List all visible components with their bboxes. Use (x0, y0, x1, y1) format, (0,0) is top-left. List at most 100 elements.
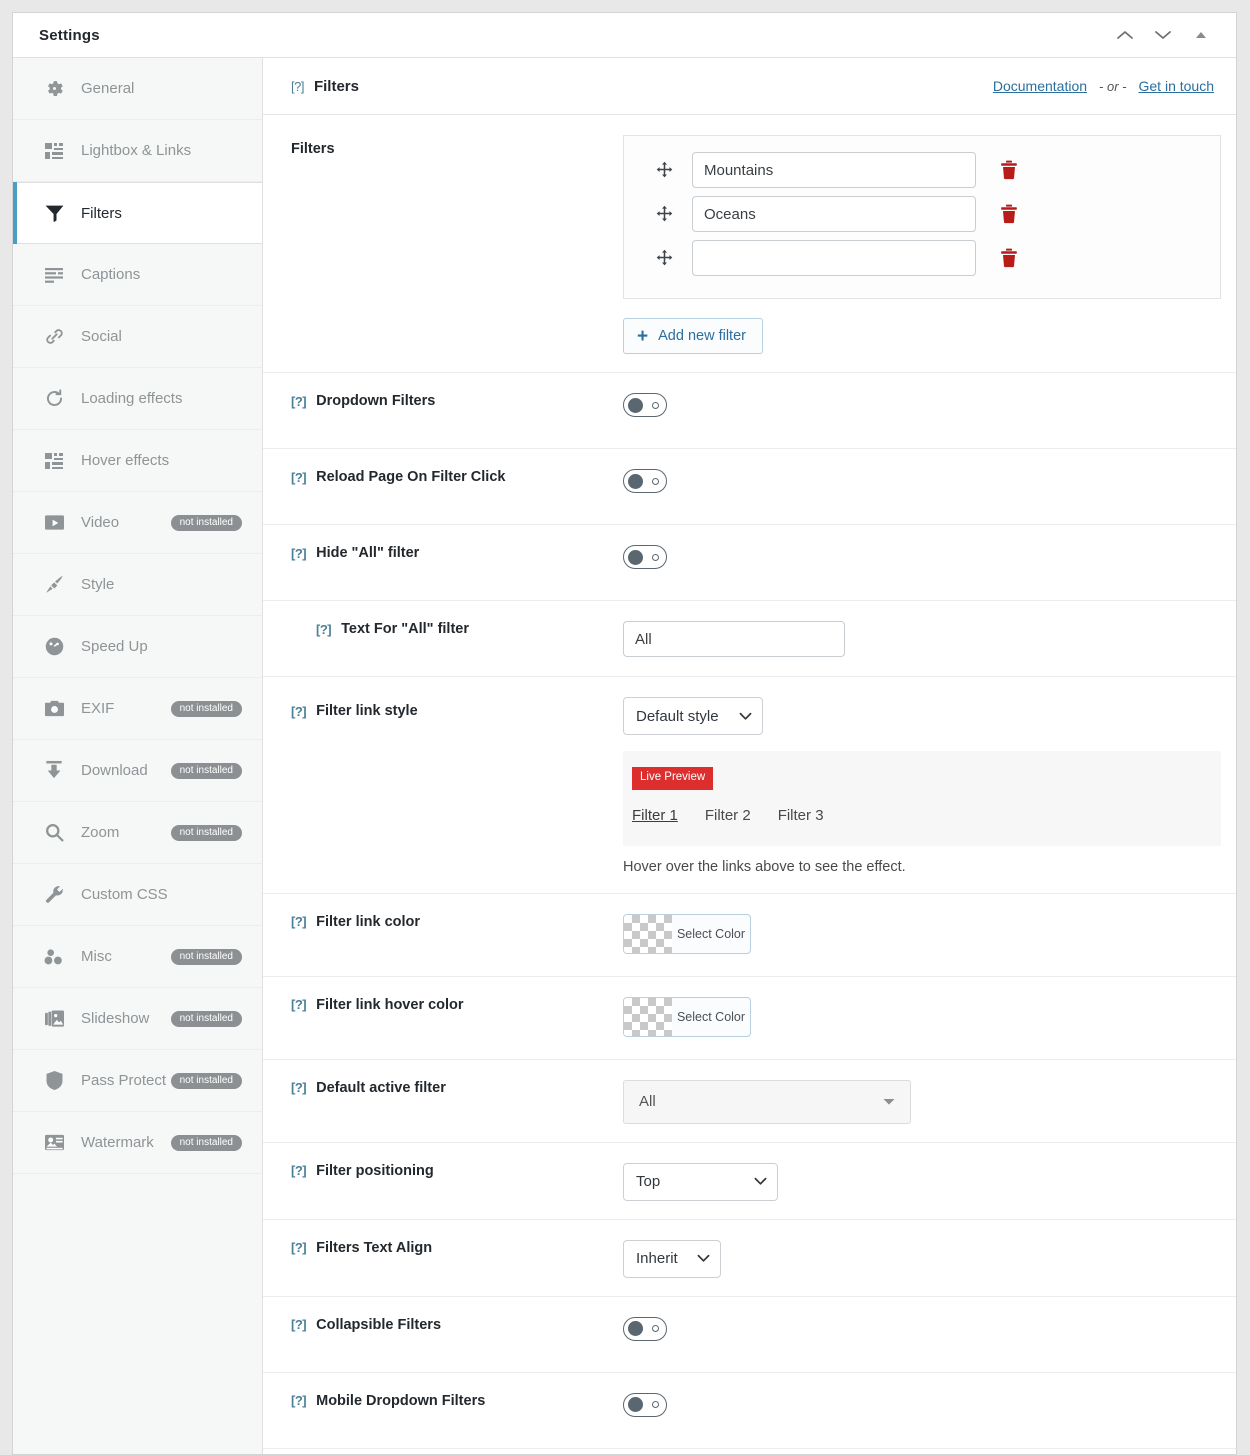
preview-link-2[interactable]: Filter 2 (705, 807, 751, 824)
documentation-link[interactable]: Documentation (993, 78, 1087, 94)
sidebar-item-misc[interactable]: Misc not installed (13, 926, 262, 988)
chevron-down-icon[interactable] (1152, 24, 1174, 46)
settings-window: Settings General Lightbox & Links Filter… (12, 12, 1237, 1455)
help-icon[interactable]: [?] (291, 1163, 307, 1178)
delete-filter-icon[interactable] (998, 202, 1020, 226)
window-title: Settings (39, 26, 100, 44)
sidebar-item-general[interactable]: General (13, 58, 262, 120)
sidebar-item-slideshow[interactable]: Slideshow not installed (13, 988, 262, 1050)
add-new-filter-button[interactable]: + Add new filter (623, 318, 763, 354)
delete-filter-icon[interactable] (998, 246, 1020, 270)
sidebar-item-lightbox-links[interactable]: Lightbox & Links (13, 120, 262, 182)
hover-icon (42, 449, 66, 473)
sidebar-item-download[interactable]: Download not installed (13, 740, 262, 802)
toggle-knob (628, 549, 643, 565)
sidebar-item-hover-effects[interactable]: Hover effects (13, 430, 262, 492)
collapsible-filters-toggle[interactable] (623, 1316, 667, 1341)
filters-text-align-select[interactable]: Inherit (623, 1239, 721, 1278)
sidebar-item-style[interactable]: Style (13, 554, 262, 616)
drag-move-icon[interactable] (652, 158, 676, 182)
help-icon[interactable]: [?] (291, 1080, 307, 1095)
label-text: Filter link hover color (316, 996, 464, 1013)
mobile-dropdown-filters-toggle[interactable] (623, 1392, 667, 1417)
sidebar-item-pass-protect[interactable]: Pass Protect not installed (13, 1050, 262, 1112)
help-icon[interactable]: [?] (291, 1317, 307, 1332)
help-icon[interactable]: [?] (291, 1393, 307, 1408)
sidebar-item-video[interactable]: Video not installed (13, 492, 262, 554)
toggle-knob (628, 1321, 643, 1336)
triangle-up-icon[interactable] (1190, 24, 1212, 46)
help-icon[interactable]: [?] (291, 1240, 307, 1255)
status-badge: not installed (170, 700, 242, 717)
drag-move-icon[interactable] (652, 246, 676, 270)
sidebar-item-watermark[interactable]: Watermark not installed (13, 1112, 262, 1174)
sidebar-item-social[interactable]: Social (13, 306, 262, 368)
filter-link-hover-color-picker[interactable]: Select Color (623, 996, 751, 1037)
watermark-icon (42, 1131, 66, 1155)
preview-link-1[interactable]: Filter 1 (632, 807, 678, 824)
toggle-ring (652, 401, 659, 409)
row-mobile-dropdown-filters: [?] Mobile Dropdown Filters (263, 1373, 1236, 1449)
hide-all-filter-toggle[interactable] (623, 545, 667, 569)
toggle-ring (652, 1401, 659, 1408)
help-icon[interactable]: [?] (291, 997, 307, 1012)
filter-link-color-picker[interactable]: Select Color (623, 913, 751, 954)
sidebar-item-label: Filters (81, 204, 122, 222)
label-text: Mobile Dropdown Filters (316, 1392, 486, 1409)
row-collapsible-filters-control (623, 1297, 1214, 1359)
default-active-filter-select[interactable]: All (623, 1079, 911, 1124)
sidebar-item-captions[interactable]: Captions (13, 244, 262, 306)
funnel-icon (42, 201, 66, 225)
sidebar-item-filters[interactable]: Filters (13, 182, 262, 244)
sidebar-item-label: Zoom (81, 824, 120, 841)
filter-positioning-select[interactable]: Top (623, 1162, 778, 1201)
dropdown-filters-toggle[interactable] (623, 393, 667, 417)
help-icon[interactable]: [?] (291, 394, 307, 409)
filters-text-align-value: Inherit (636, 1250, 678, 1267)
brush-icon (42, 573, 66, 597)
slideshow-icon (42, 1007, 66, 1031)
filter-name-input[interactable] (692, 152, 976, 188)
help-icon[interactable]: [?] (291, 79, 304, 94)
text-for-all-input[interactable] (623, 621, 845, 657)
drag-move-icon[interactable] (652, 202, 676, 226)
label-text: Filter link color (316, 913, 421, 930)
help-icon[interactable]: [?] (291, 470, 307, 485)
reload-page-toggle[interactable] (623, 469, 667, 493)
sidebar-item-exif[interactable]: EXIF not installed (13, 678, 262, 740)
help-icon[interactable]: [?] (291, 704, 307, 719)
color-swatch-transparent (624, 914, 672, 953)
toggle-ring (652, 1325, 659, 1332)
row-mobile-dropdown-filters-label: [?] Mobile Dropdown Filters (291, 1373, 623, 1427)
help-icon[interactable]: [?] (291, 914, 307, 929)
row-hide-all-filter-control (623, 525, 1214, 587)
sidebar-item-speed-up[interactable]: Speed Up (13, 616, 262, 678)
help-icon[interactable]: [?] (291, 546, 307, 561)
chevron-up-icon[interactable] (1114, 24, 1136, 46)
sidebar-item-zoom[interactable]: Zoom not installed (13, 802, 262, 864)
triangle-down-icon (882, 1097, 896, 1106)
label-text: Hide "All" filter (316, 545, 420, 561)
chevron-down-icon (697, 1254, 710, 1263)
label-text: Filters Text Align (316, 1239, 433, 1256)
filter-link-style-value: Default style (636, 707, 719, 725)
row-filter-link-hover-color: [?] Filter link hover color Select Color (263, 977, 1236, 1060)
get-in-touch-link[interactable]: Get in touch (1139, 78, 1215, 94)
row-filters: Filters Mountains Oceans + Add new filte… (263, 115, 1236, 373)
help-icon[interactable]: [?] (316, 622, 332, 637)
select-color-label: Select Color (676, 926, 746, 941)
toggle-ring (652, 477, 659, 485)
play-icon (42, 511, 66, 535)
sidebar-item-loading-effects[interactable]: Loading effects (13, 368, 262, 430)
status-badge: not installed (170, 1072, 242, 1089)
filter-row (652, 152, 1202, 188)
delete-filter-icon[interactable] (998, 158, 1020, 182)
filter-name-input[interactable] (692, 240, 976, 276)
row-hide-all-filter-label: [?] Hide "All" filter (291, 525, 623, 579)
preview-hint: Hover over the links above to see the ef… (623, 858, 906, 875)
filter-name-input[interactable] (692, 196, 976, 232)
sidebar-item-custom-css[interactable]: Custom CSS (13, 864, 262, 926)
row-filters-text-align: [?] Filters Text Align Inherit (263, 1220, 1236, 1297)
filter-link-style-select[interactable]: Default style (623, 697, 763, 735)
preview-link-3[interactable]: Filter 3 (778, 807, 824, 824)
